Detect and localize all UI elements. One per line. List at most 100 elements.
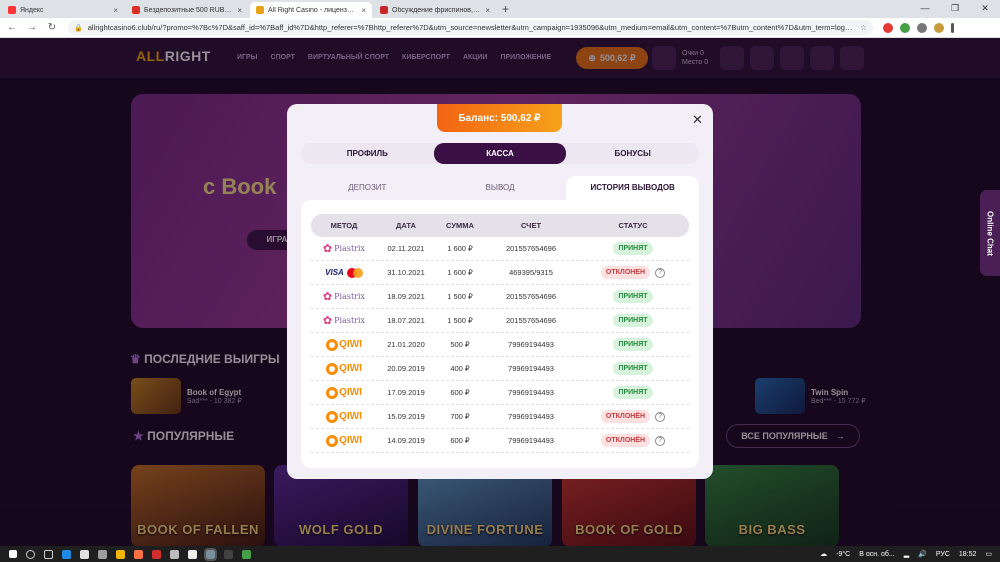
qiwi-logo: QIWI bbox=[326, 338, 362, 351]
clock[interactable]: 18:52 bbox=[959, 551, 977, 558]
help-icon[interactable]: ? bbox=[655, 435, 666, 446]
maximize-icon[interactable]: ❐ bbox=[940, 0, 970, 16]
profile-avatar-icon[interactable] bbox=[934, 22, 944, 33]
weather-temp[interactable]: -9°C bbox=[836, 551, 850, 558]
extensions bbox=[883, 22, 954, 33]
task-view-icon[interactable] bbox=[44, 549, 53, 559]
extension-icon[interactable] bbox=[900, 22, 910, 33]
browser-tab[interactable]: Яндекс × bbox=[2, 2, 124, 18]
cashier-modal: Баланс: 500,62 ₽ ✕ ПРОФИЛЬ КАССА БОНУСЫ … bbox=[287, 104, 713, 479]
tab-cashier[interactable]: КАССА bbox=[433, 143, 567, 164]
app-icon[interactable] bbox=[242, 549, 251, 559]
close-tab-icon[interactable]: × bbox=[237, 6, 242, 15]
tab-profile[interactable]: ПРОФИЛЬ bbox=[301, 143, 434, 164]
help-icon[interactable]: ? bbox=[655, 267, 666, 278]
notifications-icon[interactable]: ▭ bbox=[985, 550, 992, 558]
reload-icon[interactable]: ↻ bbox=[44, 22, 60, 33]
url-text: allrightcasino6.club/ru/?promo=%7Bc%7D&s… bbox=[87, 23, 857, 32]
favicon-icon bbox=[132, 6, 140, 14]
close-tab-icon[interactable]: × bbox=[113, 6, 118, 15]
system-tray: ☁ -9°C В осн. об... ▂ 🔊 РУС 18:52 ▭ bbox=[820, 546, 992, 562]
col-status: СТАТУС bbox=[618, 221, 648, 230]
app-icon[interactable] bbox=[116, 549, 125, 559]
method-label: Piastrix bbox=[334, 316, 366, 325]
language-indicator[interactable]: РУС bbox=[936, 551, 950, 558]
cell-status: ПРИНЯТ bbox=[577, 362, 689, 375]
search-icon[interactable] bbox=[26, 549, 35, 559]
method-label: QIWI bbox=[339, 435, 362, 446]
status-badge: ПРИНЯТ bbox=[613, 242, 653, 255]
cell-method: ✿ Piastrix bbox=[311, 290, 377, 303]
minimize-icon[interactable]: — bbox=[910, 0, 940, 16]
forward-icon[interactable]: → bbox=[24, 22, 40, 33]
cell-status: ПРИНЯТ bbox=[577, 314, 689, 327]
status-badge: ПРИНЯТ bbox=[613, 362, 653, 375]
table-row: QIWI 17.09.2019 600 ₽ 79969194493 ПРИНЯТ bbox=[311, 381, 689, 405]
piastrix-flower-icon: ✿ bbox=[322, 314, 333, 327]
tab-title: Обсуждение фриспинов, акций bbox=[392, 6, 482, 14]
table-row: QIWI 14.09.2019 600 ₽ 79969194493 ОТКЛОНЁН? bbox=[311, 429, 689, 453]
explorer-icon[interactable] bbox=[80, 549, 89, 559]
status-badge: ПРИНЯТ bbox=[613, 290, 653, 303]
chrome-icon[interactable] bbox=[204, 547, 217, 561]
browser-tab[interactable]: Бездепозитные 500 RUB для × bbox=[126, 2, 248, 18]
col-amount: СУММА bbox=[446, 221, 474, 230]
piastrix-logo: ✿ Piastrix bbox=[323, 290, 365, 303]
weather-note[interactable]: В осн. об... bbox=[859, 551, 895, 558]
cell-account: 201557654696 bbox=[505, 316, 557, 325]
edge-icon[interactable] bbox=[62, 549, 71, 559]
start-icon[interactable] bbox=[9, 550, 17, 558]
cell-method: QIWI bbox=[311, 362, 377, 375]
qiwi-icon bbox=[326, 410, 339, 423]
subtab-withdraw[interactable]: ВЫВОД bbox=[434, 176, 567, 200]
cell-status: ОТКЛОНЁН? bbox=[577, 410, 689, 423]
new-tab-icon[interactable]: + bbox=[502, 2, 509, 16]
table-row: ✿ Piastrix 02.11.2021 1 600 ₽ 201557654696 ПР… bbox=[311, 237, 689, 261]
status-badge: ОТКЛОНЕН bbox=[600, 266, 651, 279]
back-icon[interactable]: ← bbox=[4, 22, 20, 33]
browser-tab[interactable]: All Right Casino - лицензионны × bbox=[250, 2, 372, 18]
close-tab-icon[interactable]: × bbox=[361, 6, 366, 15]
close-icon[interactable]: ✕ bbox=[692, 112, 703, 128]
cell-status: ПРИНЯТ bbox=[577, 386, 689, 399]
cell-method: QIWI bbox=[311, 386, 377, 399]
cell-amount: 700 ₽ bbox=[450, 412, 470, 421]
url-field[interactable]: 🔒 allrightcasino6.club/ru/?promo=%7Bc%7D… bbox=[68, 20, 873, 35]
cell-date: 18.07.2021 bbox=[387, 316, 425, 325]
close-window-icon[interactable]: ✕ bbox=[970, 0, 1000, 16]
puzzle-icon[interactable] bbox=[917, 22, 927, 33]
qiwi-icon bbox=[326, 386, 339, 399]
volume-icon[interactable]: 🔊 bbox=[918, 550, 927, 558]
withdrawal-table-body: ✿ Piastrix 02.11.2021 1 600 ₽201557654696 ПР… bbox=[311, 237, 689, 453]
status-badge: ПРИНЯТ bbox=[613, 386, 653, 399]
method-label: Piastrix bbox=[334, 292, 366, 301]
browser-tab[interactable]: Обсуждение фриспинов, акций× bbox=[374, 2, 496, 18]
app-icon[interactable] bbox=[224, 549, 233, 559]
favicon-icon bbox=[380, 6, 388, 14]
favicon-icon bbox=[256, 6, 264, 14]
extension-icon[interactable] bbox=[883, 22, 893, 33]
table-row: QIWI 20.09.2019 400 ₽ 79969194493 ПРИНЯТ bbox=[311, 357, 689, 381]
weather-icon[interactable]: ☁ bbox=[820, 550, 827, 558]
cell-amount: 1 500 ₽ bbox=[447, 292, 473, 301]
tab-bonuses[interactable]: БОНУСЫ bbox=[566, 143, 699, 164]
cell-date: 18.09.2021 bbox=[387, 292, 425, 301]
lock-icon[interactable]: 🔒 bbox=[74, 24, 83, 32]
menu-kebab-icon[interactable] bbox=[951, 22, 954, 33]
close-tab-icon[interactable]: × bbox=[485, 6, 490, 15]
online-chat-button[interactable]: Online Chat bbox=[980, 190, 1000, 276]
subtab-withdrawal-history[interactable]: ИСТОРИЯ ВЫВОДОВ bbox=[566, 176, 700, 200]
app-icon[interactable] bbox=[170, 549, 179, 559]
firefox-icon[interactable] bbox=[134, 549, 143, 559]
subtab-deposit[interactable]: ДЕПОЗИТ bbox=[301, 176, 434, 200]
app-icon[interactable] bbox=[98, 549, 107, 559]
qiwi-logo: QIWI bbox=[326, 410, 362, 423]
cell-method: VISA bbox=[311, 267, 377, 278]
cell-date: 14.09.2019 bbox=[387, 436, 425, 445]
qiwi-logo: QIWI bbox=[326, 362, 362, 375]
help-icon[interactable]: ? bbox=[655, 411, 666, 422]
yandex-icon[interactable] bbox=[152, 549, 161, 559]
app-icon[interactable] bbox=[188, 549, 197, 559]
bookmark-star-icon[interactable]: ☆ bbox=[860, 23, 867, 32]
network-icon[interactable]: ▂ bbox=[904, 550, 909, 558]
